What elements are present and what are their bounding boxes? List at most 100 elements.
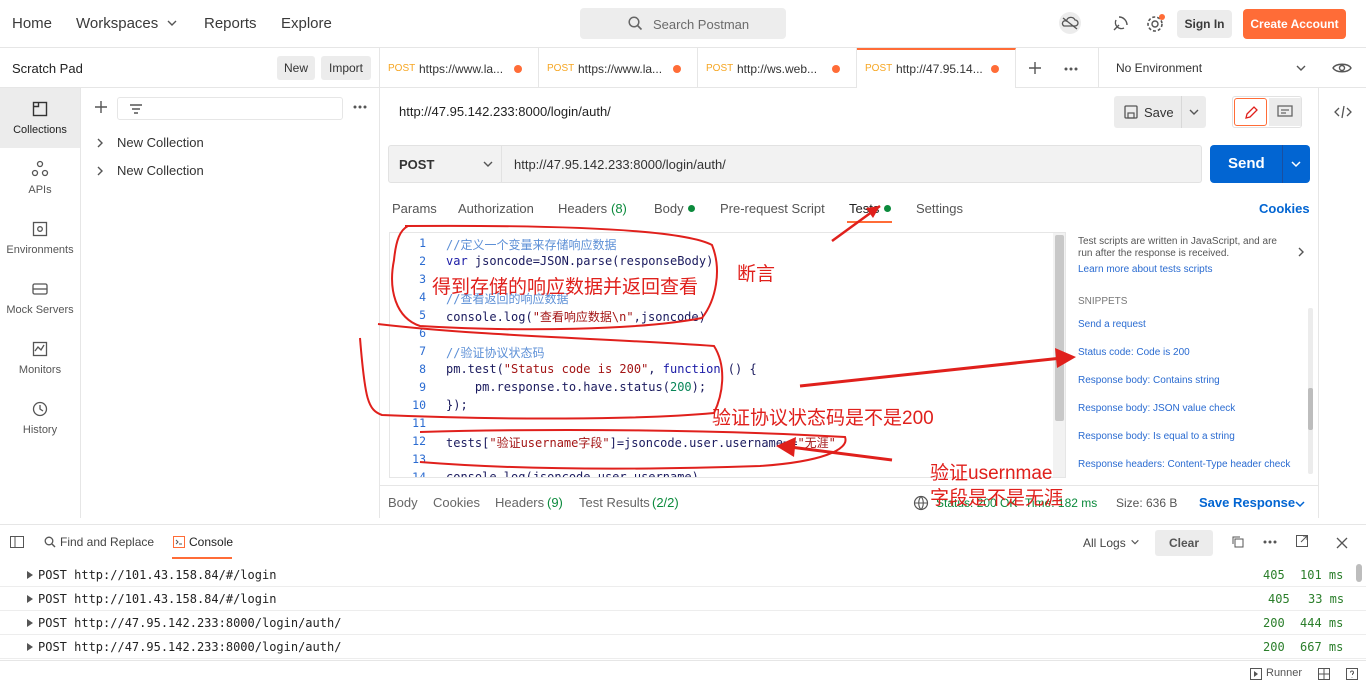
nav-explore[interactable]: Explore — [281, 15, 332, 32]
code-line[interactable]: var jsoncode=JSON.parse(responseBody) — [446, 254, 713, 268]
expand-arrow-icon[interactable] — [27, 643, 33, 651]
expand-arrow-icon[interactable] — [27, 595, 33, 603]
code-line[interactable]: //定义一个变量来存储响应数据 — [446, 236, 616, 253]
log-row[interactable]: POST http://47.95.142.233:8000/login/aut… — [0, 635, 1366, 659]
tab-pre-request-script[interactable]: Pre-request Script — [720, 201, 825, 216]
all-logs-select[interactable]: All Logs — [1083, 536, 1126, 550]
nav-reports[interactable]: Reports — [204, 15, 257, 32]
request-tab[interactable]: POST http://ws.web... — [698, 48, 857, 88]
resp-tab-test-results[interactable]: Test Results — [579, 495, 650, 510]
snippet-item[interactable]: Status code: Code is 200 — [1078, 347, 1190, 358]
tab-headers[interactable]: Headers — [558, 201, 607, 216]
search-input[interactable]: Search Postman — [580, 8, 786, 39]
chevron-right-icon[interactable] — [95, 165, 105, 177]
log-row[interactable]: POST http://47.95.142.233:8000/login/aut… — [0, 611, 1366, 635]
eye-icon[interactable] — [1332, 60, 1352, 76]
plus-icon[interactable] — [94, 100, 108, 114]
cookies-link[interactable]: Cookies — [1259, 201, 1310, 216]
new-button[interactable]: New — [277, 56, 315, 80]
snippet-item[interactable]: Response body: JSON value check — [1078, 403, 1235, 414]
expand-arrow-icon[interactable] — [27, 571, 33, 579]
nav-workspaces[interactable]: Workspaces — [76, 15, 158, 32]
method-select[interactable]: POST — [388, 145, 502, 183]
more-options-icon[interactable] — [353, 104, 367, 110]
code-line[interactable]: console.log(jsoncode.user.username) — [446, 470, 699, 477]
chevron-right-icon[interactable] — [95, 137, 105, 149]
tests-code-editor[interactable]: 1 //定义一个变量来存储响应数据 2 var jsoncode=JSON.parse… — [389, 232, 1066, 478]
environment-select[interactable]: No Environment — [1098, 48, 1318, 88]
code-line[interactable]: pm.response.to.have.status(200); — [446, 380, 706, 394]
layout-icon[interactable] — [1318, 668, 1330, 680]
tab-more-icon[interactable] — [1064, 66, 1078, 72]
pop-out-icon[interactable] — [1296, 535, 1308, 547]
tab-tests[interactable]: Tests — [849, 201, 879, 216]
log-row[interactable]: POST http://101.43.158.84/#/login 405 33… — [0, 587, 1366, 611]
collection-item[interactable]: New Collection — [81, 132, 379, 156]
filter-input[interactable] — [117, 97, 343, 120]
send-button[interactable]: Send — [1210, 145, 1310, 183]
copy-icon[interactable] — [1232, 536, 1244, 548]
code-snippet-icon[interactable] — [1334, 104, 1352, 120]
chevron-right-icon[interactable] — [1296, 246, 1306, 258]
snippet-item[interactable]: Response body: Is equal to a string — [1078, 431, 1235, 442]
request-tab[interactable]: POST https://www.la... — [380, 48, 539, 88]
chevron-down-icon[interactable] — [1188, 106, 1200, 118]
find-replace-tab[interactable]: Find and Replace — [60, 535, 154, 549]
more-options-icon[interactable] — [1263, 540, 1277, 544]
sidebar-item-environments[interactable]: Environments — [0, 208, 80, 268]
sidebar-item-monitors[interactable]: Monitors — [0, 328, 80, 388]
create-account-button[interactable]: Create Account — [1243, 9, 1346, 39]
tab-settings[interactable]: Settings — [916, 201, 963, 216]
close-icon[interactable] — [1336, 537, 1348, 549]
satellite-icon[interactable] — [1111, 15, 1129, 33]
chevron-down-icon[interactable] — [1294, 498, 1306, 510]
comments-button[interactable] — [1269, 98, 1301, 126]
log-row[interactable]: POST http://101.43.158.84/#/login 405 10… — [0, 563, 1366, 587]
code-line[interactable]: pm.test("Status code is 200", function (… — [446, 362, 757, 376]
url-input[interactable]: http://47.95.142.233:8000/login/auth/ — [502, 145, 1202, 183]
cloud-offline-icon[interactable] — [1057, 12, 1083, 34]
save-button[interactable]: Save — [1114, 96, 1206, 128]
chevron-down-icon[interactable] — [1130, 537, 1140, 547]
editor-scroll-thumb[interactable] — [1055, 235, 1064, 421]
chevron-down-icon[interactable] — [1290, 158, 1302, 170]
code-line[interactable]: tests["验证username字段"]=jsoncode.user.user… — [446, 434, 836, 451]
sign-in-button[interactable]: Sign In — [1177, 10, 1232, 38]
request-tab[interactable]: POST https://www.la... — [539, 48, 698, 88]
code-line[interactable]: console.log("查看响应数据\n",jsoncode) — [446, 308, 706, 325]
edit-mode-button[interactable] — [1234, 98, 1267, 126]
tab-params[interactable]: Params — [392, 201, 437, 216]
sidebar-item-apis[interactable]: APIs — [0, 148, 80, 208]
chevron-down-icon[interactable] — [166, 17, 178, 29]
tab-body[interactable]: Body — [654, 201, 684, 216]
clear-button[interactable]: Clear — [1155, 530, 1213, 556]
help-icon[interactable] — [1346, 668, 1358, 680]
import-button[interactable]: Import — [321, 56, 371, 80]
settings-icon[interactable] — [1146, 14, 1166, 34]
snippets-scroll-thumb[interactable] — [1308, 388, 1313, 430]
code-line[interactable]: //验证协议状态码 — [446, 344, 544, 361]
request-tab-active[interactable]: POST http://47.95.14... — [857, 48, 1016, 88]
new-tab-plus-icon[interactable] — [1028, 61, 1042, 75]
snippet-item[interactable]: Response headers: Content-Type header ch… — [1078, 459, 1290, 470]
runner-button[interactable]: Runner — [1266, 667, 1302, 679]
code-line[interactable]: }); — [446, 398, 468, 412]
console-scroll-thumb[interactable] — [1356, 564, 1362, 582]
snippet-item[interactable]: Response body: Contains string — [1078, 375, 1220, 386]
sidebar-item-collections[interactable]: Collections — [0, 88, 80, 148]
learn-more-link[interactable]: Learn more about tests scripts — [1078, 264, 1213, 275]
resp-tab-headers[interactable]: Headers — [495, 495, 544, 510]
expand-arrow-icon[interactable] — [27, 619, 33, 627]
tab-authorization[interactable]: Authorization — [458, 201, 534, 216]
nav-home[interactable]: Home — [12, 15, 52, 32]
console-tab[interactable]: Console — [189, 535, 233, 549]
sidebar-item-history[interactable]: History — [0, 388, 80, 448]
resp-tab-cookies[interactable]: Cookies — [433, 495, 480, 510]
sidebar-item-mock-servers[interactable]: Mock Servers — [0, 268, 80, 328]
globe-icon[interactable] — [913, 495, 929, 511]
snippet-item[interactable]: Send a request — [1078, 319, 1146, 330]
resp-tab-body[interactable]: Body — [388, 495, 418, 510]
collection-item[interactable]: New Collection — [81, 160, 379, 184]
save-response-button[interactable]: Save Response — [1199, 495, 1295, 510]
toggle-sidebar-icon[interactable] — [10, 536, 24, 548]
